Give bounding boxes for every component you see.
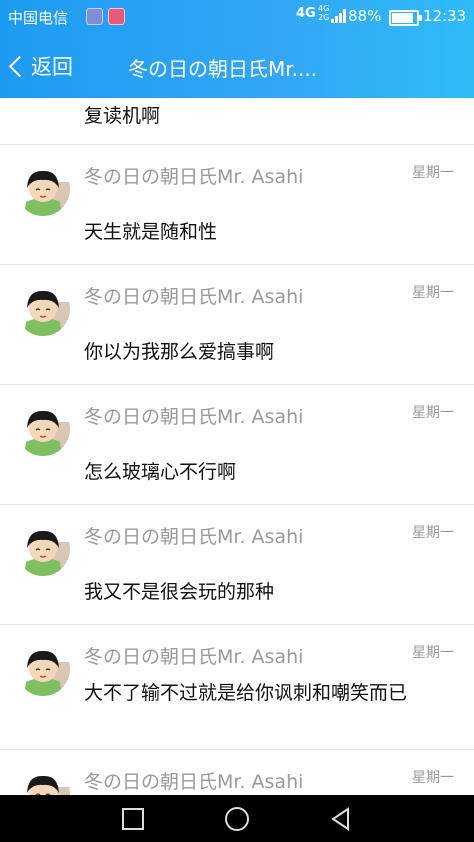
message-time: 星期一 bbox=[412, 770, 454, 786]
avatar[interactable] bbox=[16, 767, 70, 795]
sender-name: 冬の日の朝日氏Mr. Asahi bbox=[84, 286, 304, 308]
app-notification-icon bbox=[108, 8, 125, 25]
message-time: 星期一 bbox=[412, 525, 454, 541]
signal-icon bbox=[331, 9, 347, 23]
message-text: 你以为我那么爱搞事啊 bbox=[84, 341, 275, 363]
sender-name: 冬の日の朝日氏Mr. Asahi bbox=[84, 526, 304, 548]
page-title: 冬の日の朝日氏Mr.... bbox=[128, 57, 318, 81]
list-item[interactable]: 冬の日の朝日氏Mr. Asahi 星期一天生就是随和性 bbox=[0, 145, 474, 265]
message-time: 星期一 bbox=[412, 405, 454, 421]
network-dual-label: 4G 2G bbox=[318, 4, 330, 22]
back-button[interactable]: 返回 bbox=[6, 50, 73, 82]
message-time: 星期一 bbox=[412, 165, 454, 181]
list-item[interactable]: 冬の日の朝日氏Mr. Asahi 星期一 bbox=[0, 750, 474, 795]
battery-percent: 88% bbox=[348, 7, 382, 25]
message-text: 大不了输不过就是给你讽刺和嘲笑而已 bbox=[84, 682, 408, 704]
list-item[interactable]: 冬の日の朝日氏Mr. Asahi 星期一大不了输不过就是给你讽刺和嘲笑而已 bbox=[0, 625, 474, 750]
sender-name: 冬の日の朝日氏Mr. Asahi bbox=[84, 771, 304, 793]
navigation-bar bbox=[0, 795, 474, 842]
carrier-label: 中国电信 bbox=[8, 9, 69, 27]
list-item[interactable]: 冬の日の朝日氏Mr. Asahi 星期一你以为我那么爱搞事啊 bbox=[0, 265, 474, 385]
list-item[interactable]: 冬の日の朝日氏Mr. Asahi 星期一我又不是很会玩的那种 bbox=[0, 505, 474, 625]
back-icon[interactable] bbox=[328, 806, 354, 832]
avatar[interactable] bbox=[16, 162, 70, 216]
gallery-notification-icon bbox=[86, 8, 103, 25]
recent-apps-icon[interactable] bbox=[120, 806, 146, 832]
chevron-left-icon bbox=[8, 55, 31, 77]
app-header: 中国电信 4G 4G 2G 88% 12:33 返回 冬の日の朝日氏Mr.... bbox=[0, 0, 474, 98]
message-time: 星期一 bbox=[412, 645, 454, 661]
network-4g-label: 4G bbox=[296, 6, 316, 21]
message-list[interactable]: 复读机啊 冬の日の朝日氏Mr. Asahi 星期一 天生就是随和性 冬の日の朝日氏Mr… bbox=[0, 98, 474, 795]
message-text: 天生就是随和性 bbox=[84, 221, 218, 243]
home-icon[interactable] bbox=[224, 806, 250, 832]
message-text: 复读机啊 bbox=[84, 105, 161, 127]
sender-name: 冬の日の朝日氏Mr. Asahi bbox=[84, 646, 304, 668]
status-time: 12:33 bbox=[423, 7, 467, 25]
list-item[interactable]: 冬の日の朝日氏Mr. Asahi 星期一怎么玻璃心不行啊 bbox=[0, 385, 474, 505]
status-bar: 中国电信 4G 4G 2G 88% 12:33 bbox=[0, 0, 474, 34]
avatar[interactable] bbox=[16, 642, 70, 696]
avatar[interactable] bbox=[16, 282, 70, 336]
sender-name: 冬の日の朝日氏Mr. Asahi bbox=[84, 406, 304, 428]
battery-icon bbox=[389, 10, 422, 26]
back-label: 返回 bbox=[31, 55, 73, 79]
avatar[interactable] bbox=[16, 402, 70, 456]
avatar[interactable] bbox=[16, 522, 70, 576]
message-text: 我又不是很会玩的那种 bbox=[84, 581, 275, 603]
message-text: 怎么玻璃心不行啊 bbox=[84, 461, 237, 483]
message-time: 星期一 bbox=[412, 285, 454, 301]
list-item[interactable]: 复读机啊 bbox=[0, 98, 474, 145]
sender-name: 冬の日の朝日氏Mr. Asahi bbox=[84, 166, 304, 188]
